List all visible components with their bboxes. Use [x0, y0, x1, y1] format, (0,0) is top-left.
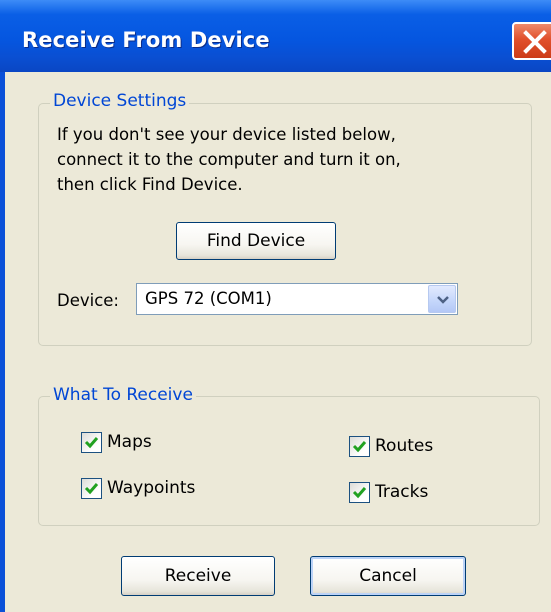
instruction-line-2: connect it to the computer and turn it o… — [57, 150, 401, 169]
receive-label: Receive — [164, 566, 232, 586]
tracks-label[interactable]: Tracks — [375, 482, 428, 502]
dialog-window: Receive From Device Device Settings If y… — [0, 0, 551, 612]
title-bar[interactable]: Receive From Device — [0, 0, 551, 72]
check-icon — [352, 487, 367, 499]
close-button[interactable] — [512, 22, 551, 60]
instruction-line-1: If you don't see your device listed belo… — [57, 125, 396, 144]
chevron-down-icon — [437, 296, 449, 304]
device-settings-legend: Device Settings — [50, 91, 190, 111]
device-dropdown-value: GPS 72 (COM1) — [145, 289, 272, 308]
cancel-button[interactable]: Cancel — [310, 556, 466, 596]
cancel-label: Cancel — [359, 566, 417, 586]
window-title: Receive From Device — [22, 28, 270, 52]
maps-label[interactable]: Maps — [107, 432, 152, 452]
close-icon — [523, 30, 547, 54]
what-to-receive-legend: What To Receive — [50, 385, 196, 405]
dialog-body: Device Settings If you don't see your de… — [5, 72, 551, 612]
find-device-label: Find Device — [206, 231, 306, 251]
waypoints-label[interactable]: Waypoints — [107, 478, 195, 498]
receive-button[interactable]: Receive — [121, 556, 275, 596]
instruction-line-3: then click Find Device. — [57, 175, 243, 194]
tracks-checkbox[interactable] — [349, 482, 370, 503]
device-dropdown[interactable]: GPS 72 (COM1) — [136, 283, 458, 315]
device-label: Device: — [57, 291, 119, 310]
check-icon — [84, 437, 99, 449]
maps-checkbox[interactable] — [81, 432, 102, 453]
routes-label[interactable]: Routes — [375, 436, 433, 456]
check-icon — [352, 441, 367, 453]
what-to-receive-group — [38, 396, 540, 526]
waypoints-checkbox[interactable] — [81, 478, 102, 499]
check-icon — [84, 483, 99, 495]
dropdown-button[interactable] — [428, 285, 456, 313]
routes-checkbox[interactable] — [349, 436, 370, 457]
find-device-button[interactable]: Find Device — [176, 222, 336, 260]
